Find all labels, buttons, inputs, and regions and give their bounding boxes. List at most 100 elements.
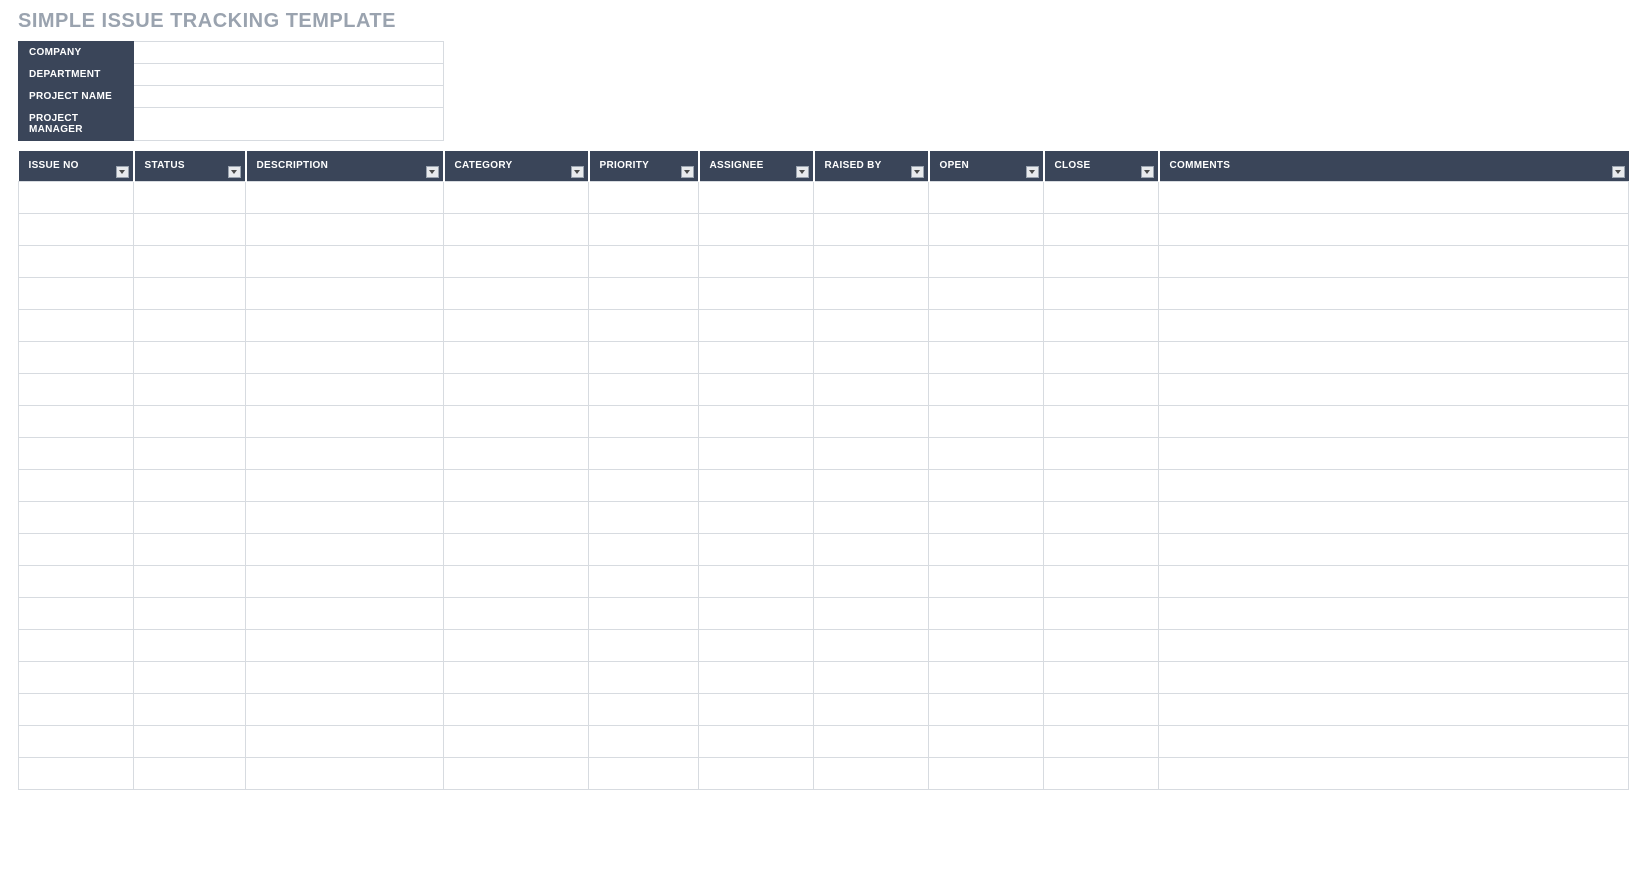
table-cell[interactable]	[246, 693, 444, 725]
table-cell[interactable]	[929, 181, 1044, 213]
table-cell[interactable]	[929, 661, 1044, 693]
table-cell[interactable]	[589, 341, 699, 373]
table-cell[interactable]	[246, 213, 444, 245]
table-cell[interactable]	[19, 661, 134, 693]
table-cell[interactable]	[246, 277, 444, 309]
table-cell[interactable]	[814, 661, 929, 693]
table-cell[interactable]	[589, 469, 699, 501]
table-cell[interactable]	[699, 693, 814, 725]
table-cell[interactable]	[444, 341, 589, 373]
table-cell[interactable]	[1044, 661, 1159, 693]
table-cell[interactable]	[19, 437, 134, 469]
table-cell[interactable]	[246, 629, 444, 661]
table-cell[interactable]	[589, 309, 699, 341]
table-cell[interactable]	[1159, 213, 1629, 245]
table-cell[interactable]	[246, 501, 444, 533]
table-cell[interactable]	[1044, 341, 1159, 373]
table-cell[interactable]	[699, 629, 814, 661]
table-cell[interactable]	[929, 309, 1044, 341]
table-cell[interactable]	[246, 437, 444, 469]
table-cell[interactable]	[814, 757, 929, 789]
info-value-cell[interactable]	[134, 42, 444, 64]
table-cell[interactable]	[444, 277, 589, 309]
table-cell[interactable]	[246, 661, 444, 693]
table-cell[interactable]	[134, 533, 246, 565]
table-cell[interactable]	[19, 597, 134, 629]
table-cell[interactable]	[1044, 277, 1159, 309]
table-cell[interactable]	[19, 181, 134, 213]
table-cell[interactable]	[929, 725, 1044, 757]
table-cell[interactable]	[699, 277, 814, 309]
table-cell[interactable]	[1159, 693, 1629, 725]
table-cell[interactable]	[19, 533, 134, 565]
table-cell[interactable]	[19, 373, 134, 405]
table-cell[interactable]	[929, 405, 1044, 437]
table-cell[interactable]	[929, 565, 1044, 597]
table-cell[interactable]	[1159, 661, 1629, 693]
table-cell[interactable]	[814, 309, 929, 341]
table-cell[interactable]	[1044, 501, 1159, 533]
table-cell[interactable]	[444, 693, 589, 725]
info-value-cell[interactable]	[134, 108, 444, 141]
table-cell[interactable]	[134, 565, 246, 597]
table-cell[interactable]	[1044, 373, 1159, 405]
table-cell[interactable]	[246, 757, 444, 789]
table-cell[interactable]	[814, 597, 929, 629]
table-cell[interactable]	[814, 725, 929, 757]
table-cell[interactable]	[19, 469, 134, 501]
table-cell[interactable]	[19, 629, 134, 661]
table-cell[interactable]	[134, 181, 246, 213]
table-cell[interactable]	[444, 469, 589, 501]
table-cell[interactable]	[134, 629, 246, 661]
table-cell[interactable]	[699, 501, 814, 533]
table-cell[interactable]	[444, 757, 589, 789]
table-cell[interactable]	[444, 725, 589, 757]
table-cell[interactable]	[134, 661, 246, 693]
filter-dropdown-icon[interactable]	[116, 166, 129, 178]
table-cell[interactable]	[814, 341, 929, 373]
table-cell[interactable]	[1159, 565, 1629, 597]
table-cell[interactable]	[814, 213, 929, 245]
filter-dropdown-icon[interactable]	[1026, 166, 1039, 178]
table-cell[interactable]	[134, 277, 246, 309]
filter-dropdown-icon[interactable]	[571, 166, 584, 178]
table-cell[interactable]	[589, 181, 699, 213]
table-cell[interactable]	[1044, 469, 1159, 501]
table-cell[interactable]	[134, 437, 246, 469]
table-cell[interactable]	[134, 245, 246, 277]
table-cell[interactable]	[19, 757, 134, 789]
table-cell[interactable]	[814, 373, 929, 405]
table-cell[interactable]	[134, 373, 246, 405]
table-cell[interactable]	[444, 245, 589, 277]
table-cell[interactable]	[699, 565, 814, 597]
table-cell[interactable]	[1159, 597, 1629, 629]
table-cell[interactable]	[444, 309, 589, 341]
table-cell[interactable]	[246, 309, 444, 341]
table-cell[interactable]	[699, 213, 814, 245]
table-cell[interactable]	[134, 597, 246, 629]
table-cell[interactable]	[699, 725, 814, 757]
table-cell[interactable]	[699, 757, 814, 789]
table-cell[interactable]	[814, 469, 929, 501]
table-cell[interactable]	[246, 341, 444, 373]
table-cell[interactable]	[699, 181, 814, 213]
table-cell[interactable]	[134, 309, 246, 341]
table-cell[interactable]	[814, 437, 929, 469]
table-cell[interactable]	[444, 629, 589, 661]
table-cell[interactable]	[929, 693, 1044, 725]
table-cell[interactable]	[1044, 309, 1159, 341]
table-cell[interactable]	[814, 501, 929, 533]
table-cell[interactable]	[246, 245, 444, 277]
table-cell[interactable]	[699, 373, 814, 405]
table-cell[interactable]	[1159, 757, 1629, 789]
table-cell[interactable]	[699, 341, 814, 373]
table-cell[interactable]	[19, 725, 134, 757]
table-cell[interactable]	[444, 373, 589, 405]
table-cell[interactable]	[929, 629, 1044, 661]
filter-dropdown-icon[interactable]	[426, 166, 439, 178]
table-cell[interactable]	[246, 533, 444, 565]
table-cell[interactable]	[444, 501, 589, 533]
filter-dropdown-icon[interactable]	[796, 166, 809, 178]
table-cell[interactable]	[589, 693, 699, 725]
info-value-cell[interactable]	[134, 64, 444, 86]
